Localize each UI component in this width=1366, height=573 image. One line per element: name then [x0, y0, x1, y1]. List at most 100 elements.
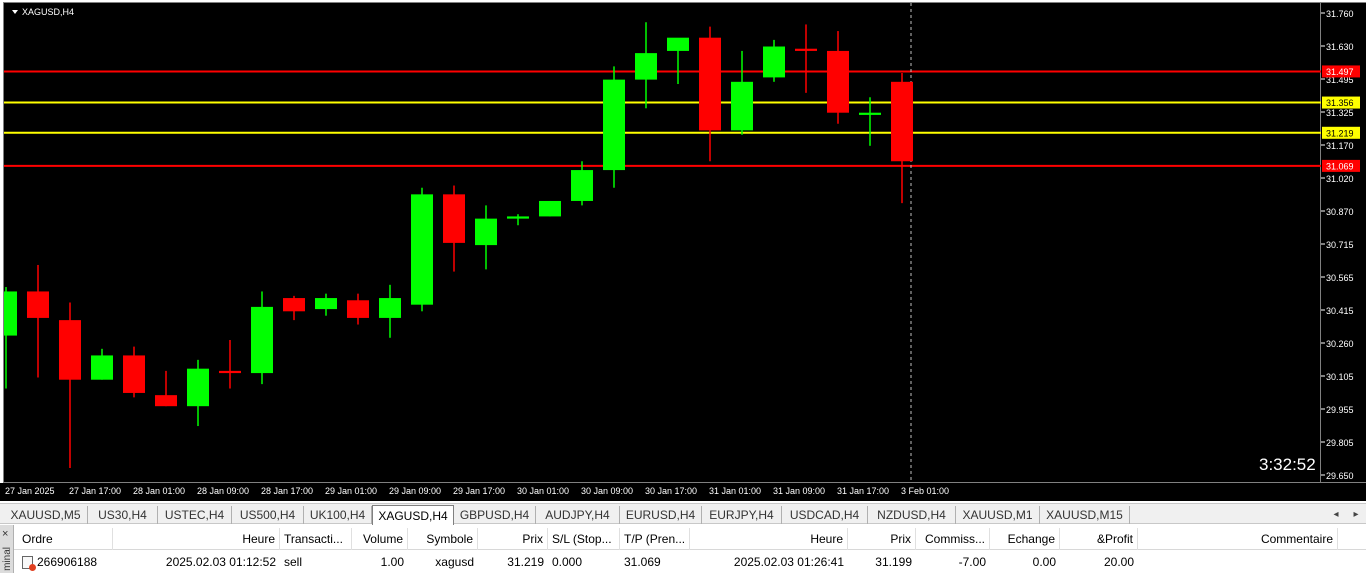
column-header[interactable]: Commiss...: [916, 528, 990, 550]
table-cell: 266906188: [18, 551, 113, 573]
candle: [827, 31, 849, 124]
candle-body: [91, 355, 113, 380]
level-price-badge: 31.069: [1322, 159, 1360, 172]
column-header[interactable]: Heure: [113, 528, 280, 550]
candle-body: [283, 298, 305, 312]
time-tick-label: 30 Jan 01:00: [517, 486, 569, 496]
price-tick-label: 30.260: [1326, 339, 1354, 349]
column-header[interactable]: Symbole: [408, 528, 478, 550]
tab-us500-h4[interactable]: US500,H4: [232, 506, 304, 524]
time-tick-label: 31 Jan 01:00: [709, 486, 761, 496]
candle: [27, 264, 49, 378]
candle-body: [699, 37, 721, 131]
price-axis[interactable]: 31.760 31.630 31.495 31.325 31.170 31.020 30.8…: [1321, 2, 1366, 483]
terminal-panel: × minal Ordre Heure Transacti... Volume Symb…: [0, 525, 1366, 573]
column-header[interactable]: Heure: [690, 528, 848, 550]
table-row[interactable]: 266906188 2025.02.03 01:12:52 sell 1.00 xagu…: [14, 551, 1366, 573]
column-header[interactable]: Ordre: [18, 528, 113, 550]
table-cell: 0.000: [552, 555, 583, 569]
candle-body: [539, 200, 561, 217]
table-cell: 31.219: [507, 555, 544, 569]
candle-body: [251, 306, 273, 374]
tab-scroll-left-icon[interactable]: ◂: [1329, 507, 1343, 521]
candle-body: [635, 53, 657, 80]
time-tick-label: 30 Jan 09:00: [581, 486, 633, 496]
level-price-label: 31.069: [1326, 161, 1354, 171]
terminal-side-bar: × minal: [0, 525, 14, 573]
candle: [891, 72, 913, 204]
column-header[interactable]: T/P (Pren...: [620, 528, 690, 550]
table-cell: 2025.02.03 01:12:52: [165, 555, 276, 569]
candle: [699, 26, 721, 162]
tab-xauusd-m1[interactable]: XAUUSD,M1: [956, 506, 1040, 524]
candle-body: [475, 218, 497, 246]
time-tick-label: 30 Jan 17:00: [645, 486, 697, 496]
tab-us30-h4[interactable]: US30,H4: [88, 506, 158, 524]
candle: [571, 161, 593, 206]
table-cell: 31.069: [624, 555, 661, 569]
candle: [763, 39, 785, 82]
close-icon[interactable]: ×: [2, 528, 8, 540]
tab-xauusd-m15[interactable]: XAUUSD,M15: [1040, 506, 1130, 524]
time-tick-label: 29 Jan 17:00: [453, 486, 505, 496]
tab-eurusd-h4[interactable]: EURUSD,H4: [620, 506, 702, 524]
tab-eurjpy-h4[interactable]: EURJPY,H4: [702, 506, 782, 524]
chart-symbol-label: XAGUSD,H4: [22, 7, 75, 17]
candle-body: [763, 46, 785, 78]
column-header[interactable]: Volume: [352, 528, 408, 550]
candle: [123, 346, 145, 398]
tab-uk100-h4[interactable]: UK100,H4: [304, 506, 372, 524]
price-tick-label: 29.955: [1326, 405, 1354, 415]
column-header[interactable]: Echange: [990, 528, 1060, 550]
tab-xauusd-m5[interactable]: XAUUSD,M5: [4, 506, 88, 524]
candle-body: [59, 320, 81, 380]
tab-gbpusd-h4[interactable]: GBPUSD,H4: [454, 506, 536, 524]
candle-body: [571, 170, 593, 201]
time-axis[interactable]: 27 Jan 2025 27 Jan 17:00 28 Jan 01:00 28 Ja…: [0, 483, 1366, 501]
tab-scroll-right-icon[interactable]: ▸: [1349, 507, 1363, 521]
level-price-badge: 31.219: [1322, 126, 1360, 139]
column-header[interactable]: &Profit: [1060, 528, 1138, 550]
candlestick-chart[interactable]: [4, 3, 1322, 484]
time-tick-label: 3 Feb 01:00: [901, 486, 949, 496]
time-tick-label: 27 Jan 17:00: [69, 486, 121, 496]
table-cell: 0.00: [1032, 555, 1056, 569]
table-cell: xagusd: [435, 555, 474, 569]
candle-body: [443, 194, 465, 243]
price-tick-label: 30.715: [1326, 240, 1354, 250]
candle-body: [379, 298, 401, 318]
tab-audjpy-h4[interactable]: AUDJPY,H4: [536, 506, 620, 524]
column-header[interactable]: Commentaire: [1138, 528, 1338, 550]
candle-body: [411, 194, 433, 305]
tab-nzdusd-h4[interactable]: NZDUSD,H4: [868, 506, 956, 524]
candle: [283, 295, 305, 321]
table-cell: 20.00: [1103, 555, 1134, 569]
price-tick-label: 29.650: [1326, 471, 1354, 481]
price-tick-label: 30.870: [1326, 207, 1354, 217]
column-header[interactable]: S/L (Stop...: [548, 528, 620, 550]
candle-body: [731, 81, 753, 131]
price-tick-label: 31.325: [1326, 108, 1354, 118]
table-cell: sell: [284, 555, 303, 569]
chart-menu-icon[interactable]: [12, 10, 18, 14]
chart-area[interactable]: XAGUSD,H4 3:32:52: [3, 2, 1322, 484]
tab-ustec-h4[interactable]: USTEC,H4: [158, 506, 232, 524]
time-tick-label: 29 Jan 09:00: [389, 486, 441, 496]
candle: [795, 24, 817, 93]
tab-xagusd-h4[interactable]: XAGUSD,H4: [372, 505, 454, 525]
candle-body: [219, 370, 241, 374]
candle-body: [827, 50, 849, 113]
column-header[interactable]: Transacti...: [280, 528, 352, 550]
column-header[interactable]: Prix: [848, 528, 916, 550]
table-cell: -7.00: [958, 555, 986, 569]
price-tick-label: 31.760: [1326, 9, 1354, 19]
candle: [4, 287, 17, 389]
chart-tabs-bar: XAUUSD,M5 US30,H4 USTEC,H4 US500,H4 UK100,H4…: [0, 503, 1366, 525]
table-cell: [1138, 551, 1338, 573]
candle: [667, 37, 689, 85]
price-tick-label: 30.105: [1326, 372, 1354, 382]
candle-body: [507, 216, 529, 219]
tab-usdcad-h4[interactable]: USDCAD,H4: [782, 506, 868, 524]
column-header[interactable]: Prix: [478, 528, 548, 550]
chart-title: XAGUSD,H4: [12, 7, 74, 17]
